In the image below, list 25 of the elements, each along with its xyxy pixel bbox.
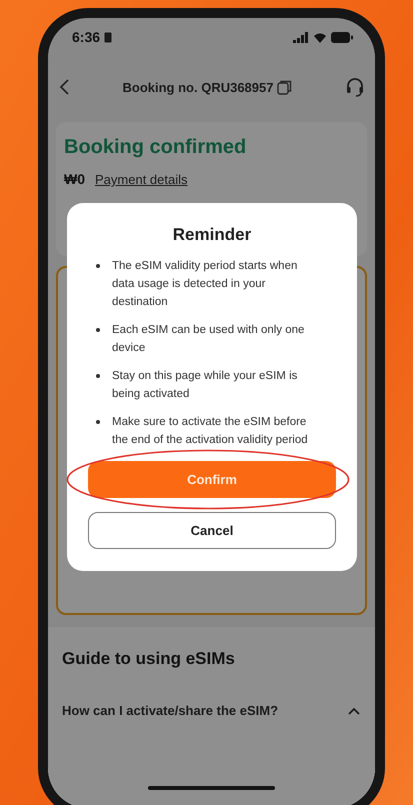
booking-number-title: Booking no. QRU368957 <box>122 80 274 94</box>
dialog-title: Reminder <box>172 225 252 245</box>
bullet-icon <box>96 420 100 424</box>
back-icon[interactable] <box>58 79 70 95</box>
booking-status: Booking confirmed <box>64 136 248 159</box>
reminder-item: Stay on this page while your eSIM is being activated <box>112 369 298 402</box>
copy-icon[interactable] <box>277 80 292 94</box>
battery-icon <box>331 32 353 42</box>
bullet-icon <box>96 374 100 378</box>
wifi-icon <box>313 32 327 42</box>
caret-up-icon[interactable] <box>347 706 361 716</box>
reminder-item: Make sure to activate the eSIM before the end of the activation validity period <box>112 415 308 448</box>
status-time: 6:36 <box>72 29 100 45</box>
sim-card-icon <box>104 32 112 42</box>
amount-text: ₩0 <box>64 171 85 187</box>
guide-title: Guide to using eSIMs <box>62 649 236 669</box>
cancel-button[interactable]: Cancel <box>88 512 336 549</box>
reminder-item: Each eSIM can be used with only one device <box>112 323 306 356</box>
bullet-icon <box>96 264 100 268</box>
reminder-item: The eSIM validity period starts when data usage is detected in your destination <box>112 259 298 310</box>
headset-icon[interactable] <box>345 77 365 97</box>
faq-question[interactable]: How can I activate/share the eSIM? <box>62 701 327 720</box>
signal-icon <box>293 32 309 42</box>
bullet-icon <box>96 328 100 332</box>
payment-details-link[interactable]: Payment details <box>95 172 188 187</box>
